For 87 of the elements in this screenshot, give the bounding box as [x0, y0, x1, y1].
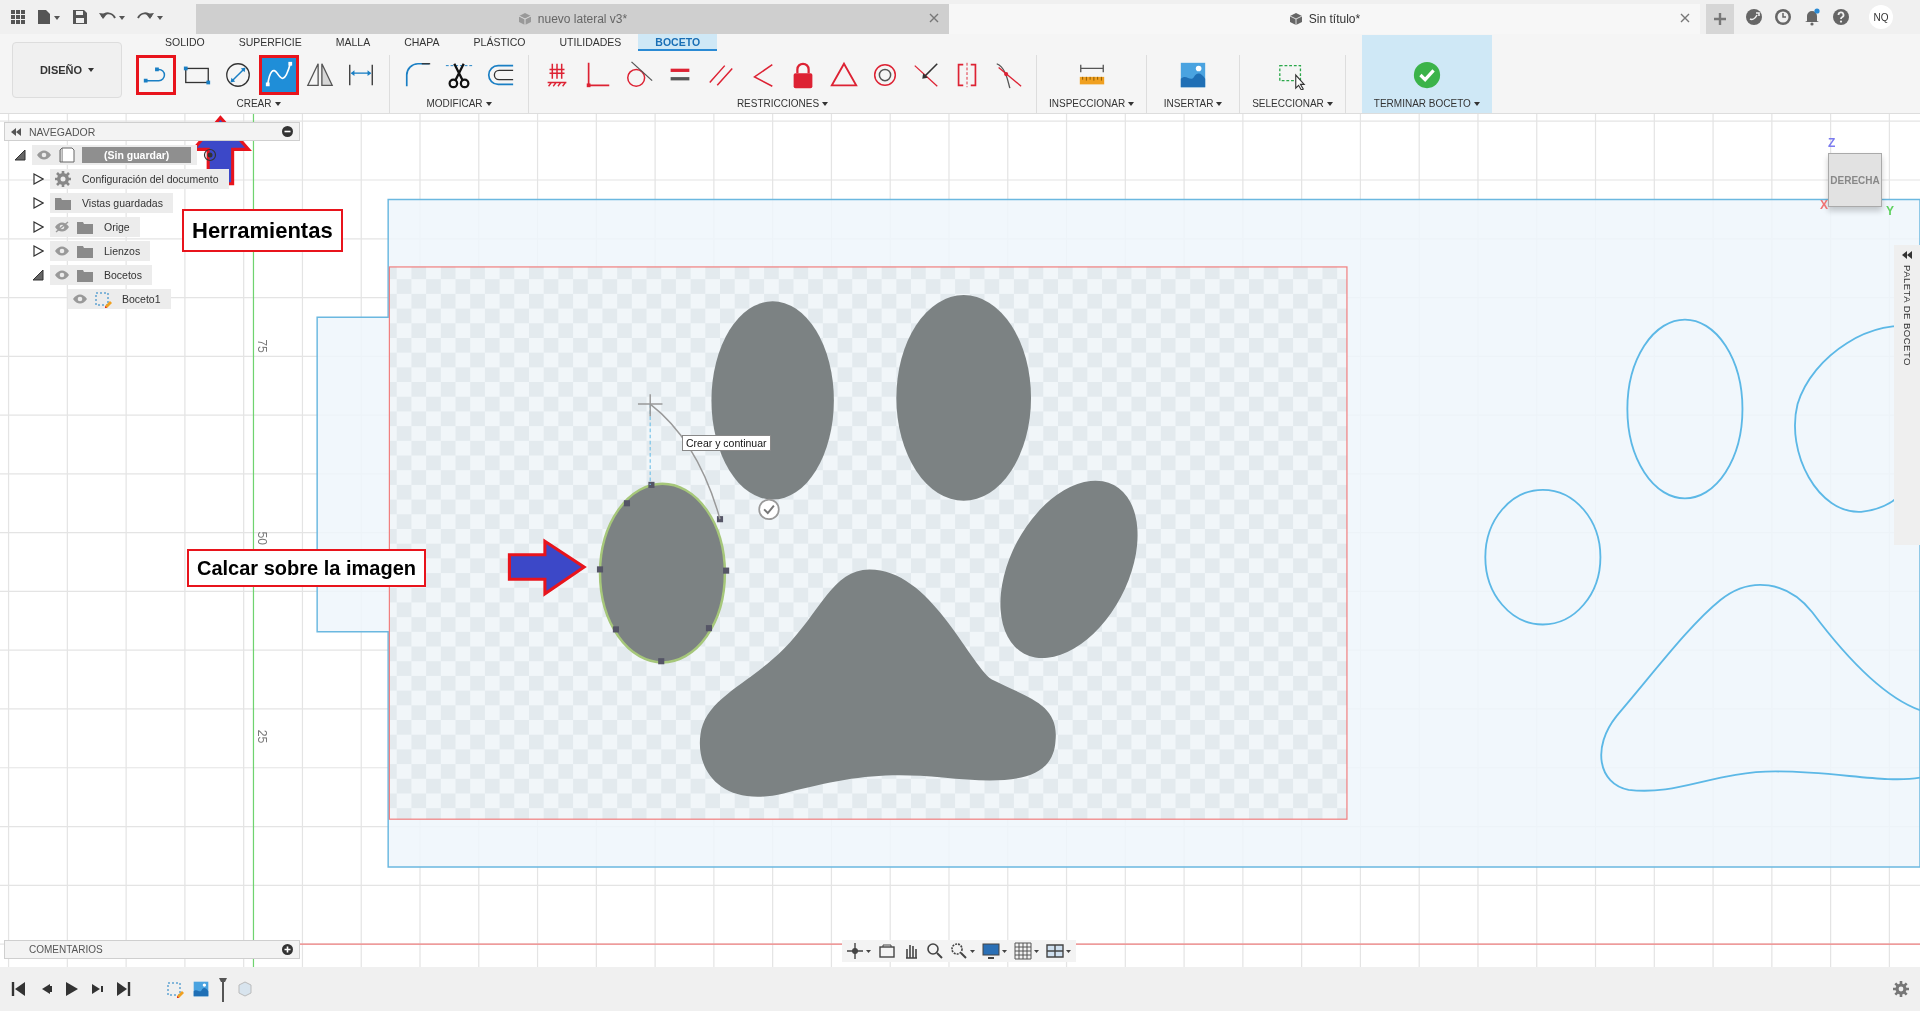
- group-menu[interactable]: INSERTAR: [1159, 98, 1227, 109]
- ribbon-tab[interactable]: UTILIDADES: [542, 34, 639, 51]
- group-menu[interactable]: CREAR: [232, 98, 285, 109]
- file-menu-icon[interactable]: [36, 9, 62, 25]
- viewports-icon[interactable]: [1046, 942, 1072, 960]
- ribbon-tab[interactable]: SUPERFICIE: [221, 34, 319, 51]
- tree-item[interactable]: Vistas guardadas: [50, 193, 173, 213]
- skip-forward-icon[interactable]: [114, 980, 132, 998]
- tree-item[interactable]: Boceto1: [68, 289, 171, 309]
- annotation-label: Calcar sobre la imagen: [187, 549, 426, 587]
- ruler-label: 25: [255, 729, 270, 744]
- panel-title: NAVEGADOR: [29, 125, 96, 138]
- minimize-icon[interactable]: [282, 126, 293, 137]
- axis-label: Z: [1828, 136, 1836, 150]
- axis-label: Y: [1886, 204, 1894, 218]
- sketch-icon: [94, 290, 112, 308]
- caret-icon: [274, 101, 281, 106]
- grid-icon[interactable]: [1014, 942, 1040, 960]
- cube-icon: [1288, 12, 1303, 26]
- group-menu[interactable]: TERMINAR BOCETO: [1369, 98, 1484, 109]
- caret-icon: [822, 101, 829, 106]
- plus-icon: [1713, 12, 1727, 26]
- clock-icon[interactable]: [1774, 8, 1792, 26]
- ruler-label: 75: [255, 339, 270, 353]
- collapse-arrow-icon[interactable]: [32, 269, 44, 281]
- tooltip: Crear y continuar: [682, 435, 771, 451]
- panel-title: COMENTARIOS: [29, 944, 103, 955]
- ruler-label: 50: [255, 531, 270, 546]
- timeline-marker-icon[interactable]: [218, 976, 228, 1002]
- zoom-window-icon[interactable]: [950, 942, 976, 960]
- tree-item[interactable]: Configuración del documento: [50, 169, 229, 189]
- expand-icon[interactable]: [1902, 251, 1912, 259]
- caret-icon: [1473, 101, 1480, 106]
- ribbon-tab[interactable]: MALLA: [318, 34, 388, 51]
- tree-item[interactable]: Lienzos: [50, 241, 151, 261]
- document-tab[interactable]: nuevo lateral v3*: [196, 4, 949, 34]
- tree-item[interactable]: Bocetos: [50, 265, 152, 285]
- axis-label: X: [1820, 198, 1828, 212]
- check-icon: [1411, 60, 1442, 90]
- component-icon: [58, 146, 76, 164]
- zoom-icon[interactable]: [926, 942, 944, 960]
- tree-item[interactable]: Orige: [50, 217, 140, 237]
- tangent-icon: [624, 60, 654, 90]
- workspace-dropdown[interactable]: DISEÑO: [12, 42, 122, 98]
- ribbon-tab[interactable]: BOCETO: [638, 34, 718, 51]
- expand-arrow-icon[interactable]: [32, 245, 44, 257]
- group-menu[interactable]: MODIFICAR: [422, 98, 496, 109]
- sketch-palette-tab[interactable]: PALETA DE BOCETO: [1894, 245, 1920, 545]
- document-tab[interactable]: Sin título*: [949, 4, 1700, 34]
- group-menu[interactable]: RESTRICCIONES: [732, 98, 833, 109]
- cube-icon: [517, 12, 532, 26]
- collapse-arrow-icon[interactable]: [14, 149, 26, 161]
- add-icon[interactable]: [282, 944, 293, 955]
- display-icon[interactable]: [982, 942, 1008, 960]
- image-feature-icon[interactable]: [192, 980, 210, 998]
- circle-icon: [223, 60, 253, 90]
- camera-icon[interactable]: [878, 942, 896, 960]
- apps-grid-icon[interactable]: [10, 9, 26, 25]
- caret-icon: [88, 68, 95, 72]
- annotation-label: Herramientas: [182, 209, 343, 252]
- skip-back-icon[interactable]: [10, 980, 28, 998]
- caret-icon: [1216, 101, 1223, 106]
- close-icon[interactable]: [929, 13, 939, 23]
- group-menu[interactable]: SELECCIONAR: [1248, 98, 1337, 109]
- user-avatar[interactable]: NQ: [1869, 5, 1893, 29]
- new-tab-button[interactable]: [1706, 4, 1734, 34]
- save-icon[interactable]: [72, 9, 88, 25]
- expand-arrow-icon[interactable]: [32, 173, 44, 185]
- sync-icon[interactable]: [1745, 8, 1763, 26]
- crosshair-cursor-icon: [637, 393, 664, 418]
- orbit-icon[interactable]: [846, 942, 872, 960]
- ribbon-tab[interactable]: SOLIDO: [148, 34, 222, 51]
- ribbon-tab[interactable]: PLÁSTICO: [456, 34, 543, 51]
- caret-icon: [485, 101, 492, 106]
- group-menu[interactable]: INSPECCIONAR: [1045, 98, 1139, 109]
- expand-arrow-icon[interactable]: [32, 221, 44, 233]
- radio-target-icon[interactable]: [203, 148, 218, 162]
- caret-icon: [1128, 101, 1135, 106]
- caret-icon: [1326, 101, 1333, 106]
- help-icon[interactable]: [1832, 8, 1850, 26]
- expand-arrow-icon[interactable]: [32, 197, 44, 209]
- settings-icon[interactable]: [1892, 980, 1910, 998]
- close-icon[interactable]: [1680, 13, 1690, 23]
- collapse-icon[interactable]: [11, 127, 21, 136]
- bell-icon[interactable]: [1803, 8, 1821, 26]
- gear-icon: [54, 170, 72, 188]
- ribbon-tab[interactable]: CHAPA: [387, 34, 457, 51]
